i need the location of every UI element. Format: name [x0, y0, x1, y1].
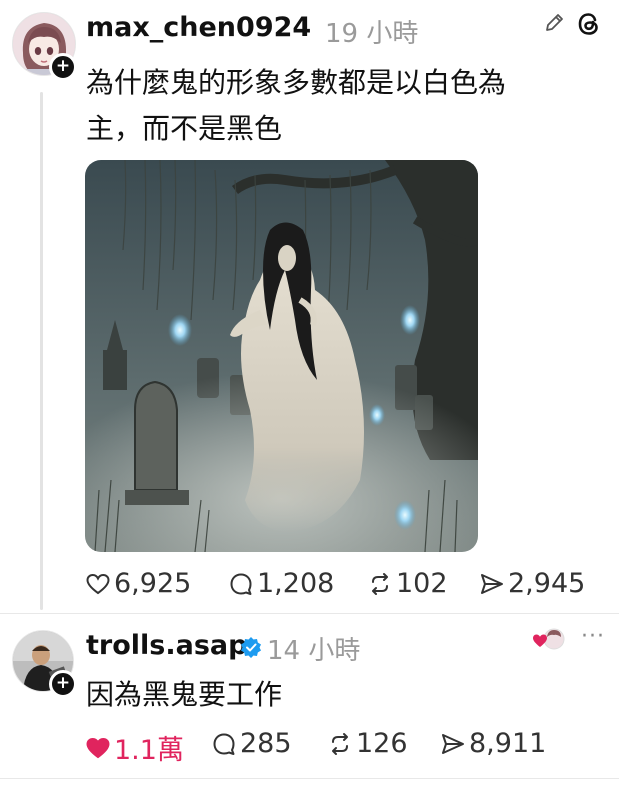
heart-filled-icon	[86, 737, 110, 758]
send-icon	[481, 573, 503, 594]
reply-text: 因為黑鬼要工作	[86, 678, 283, 711]
share-count: 8,911	[469, 728, 547, 759]
ghost-painting-image[interactable]	[85, 160, 478, 552]
post-text-line: 為什麼鬼的形象多數都是以白色為	[86, 66, 507, 99]
comment-icon	[213, 733, 235, 755]
repost-button[interactable]: 102	[367, 568, 448, 599]
follow-plus-icon[interactable]: +	[49, 53, 77, 81]
like-button[interactable]: 6,925	[85, 568, 191, 599]
repost-count: 102	[396, 568, 448, 599]
comment-icon	[230, 573, 252, 595]
comment-count: 285	[240, 728, 292, 759]
comment-button[interactable]: 285	[211, 728, 292, 759]
share-button[interactable]: 2,945	[479, 568, 585, 599]
share-button[interactable]: 8,911	[440, 728, 546, 759]
liked-by-author-icon	[532, 627, 566, 651]
pencil-icon[interactable]	[543, 12, 565, 34]
reply-time: 14 小時	[267, 636, 361, 666]
comment-button[interactable]: 1,208	[228, 568, 334, 599]
thread-line	[40, 92, 43, 610]
comment-count: 1,208	[257, 568, 335, 599]
verified-badge-icon	[240, 636, 262, 658]
like-count: 6,925	[114, 568, 192, 599]
repost-button[interactable]: 126	[327, 728, 408, 759]
follow-plus-icon[interactable]: +	[49, 670, 77, 698]
send-icon	[442, 733, 464, 754]
post-text: 為什麼鬼的形象多數都是以白色為 主，而不是黑色	[86, 60, 586, 152]
like-button[interactable]: 1.1萬	[85, 728, 184, 767]
threads-logo-icon[interactable]	[575, 10, 603, 38]
share-count: 2,945	[508, 568, 586, 599]
reply-username[interactable]: trolls.asap	[86, 630, 247, 661]
post-text-line: 主，而不是黑色	[86, 112, 283, 145]
divider	[0, 778, 619, 779]
more-options-icon[interactable]: ···	[581, 624, 605, 649]
repost-count: 126	[356, 728, 408, 759]
post-username[interactable]: max_chen0924	[86, 12, 311, 43]
heart-icon	[86, 573, 110, 594]
repost-icon	[332, 732, 348, 755]
post-time: 19 小時	[325, 19, 419, 49]
like-count: 1.1萬	[114, 735, 184, 766]
divider	[0, 613, 619, 614]
repost-icon	[372, 572, 388, 595]
